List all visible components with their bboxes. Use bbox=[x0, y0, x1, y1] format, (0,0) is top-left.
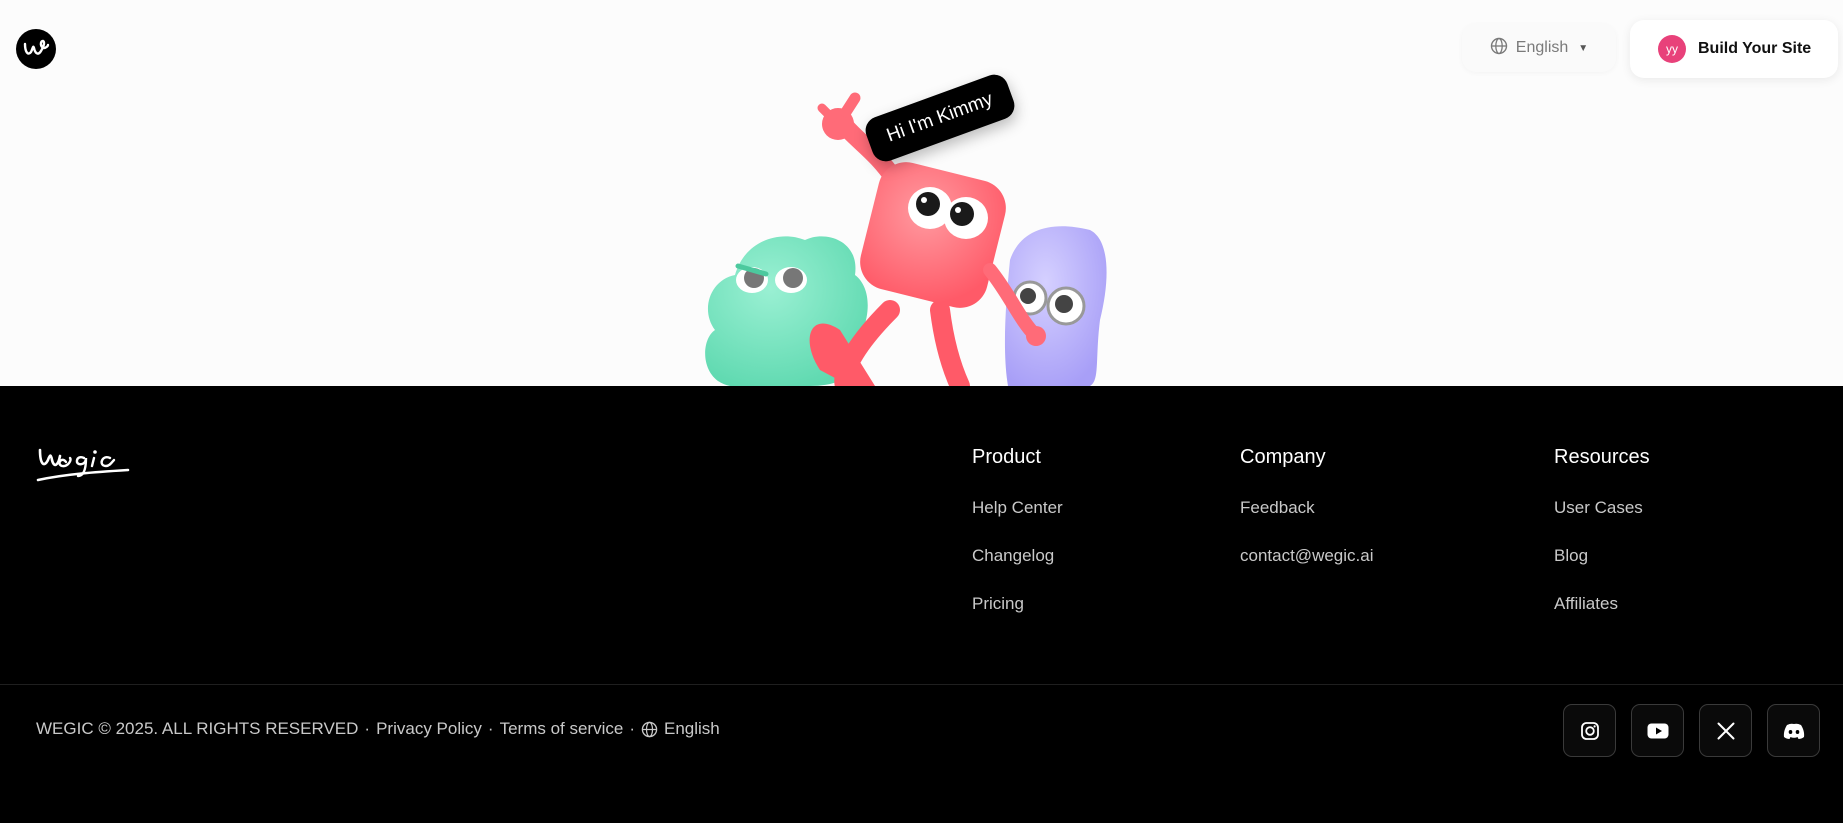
footer-link-pricing[interactable]: Pricing bbox=[972, 593, 1063, 615]
footer-link-feedback[interactable]: Feedback bbox=[1240, 497, 1374, 519]
footer-language-selector[interactable]: English bbox=[641, 719, 720, 739]
footer-link-affiliates[interactable]: Affiliates bbox=[1554, 593, 1650, 615]
footer: Product Help Center Changelog Pricing Co… bbox=[0, 386, 1843, 823]
caret-down-icon: ▼ bbox=[1578, 42, 1589, 54]
hero-section: English ▼ yy Build Your Site Hi I'm Kimm… bbox=[0, 0, 1843, 386]
x-icon[interactable] bbox=[1699, 704, 1752, 757]
wegic-logo-icon[interactable] bbox=[16, 29, 56, 69]
separator: · bbox=[487, 719, 494, 738]
instagram-icon[interactable] bbox=[1563, 704, 1616, 757]
terms-of-service-link[interactable]: Terms of service bbox=[500, 719, 624, 739]
language-selector[interactable]: English ▼ bbox=[1462, 24, 1616, 72]
footer-link-help-center[interactable]: Help Center bbox=[972, 497, 1063, 519]
wegic-wordmark-logo[interactable] bbox=[36, 442, 130, 489]
footer-divider bbox=[0, 684, 1843, 685]
footer-column-title: Product bbox=[972, 446, 1041, 468]
footer-link-contact-email[interactable]: contact@wegic.ai bbox=[1240, 545, 1374, 567]
separator: · bbox=[629, 719, 635, 738]
copyright-text: WEGIC © 2025. ALL RIGHTS RESERVED bbox=[36, 719, 359, 738]
build-button-label: Build Your Site bbox=[1698, 40, 1812, 57]
footer-column-resources: Resources User Cases Blog Affiliates bbox=[1554, 446, 1650, 641]
globe-icon bbox=[641, 721, 658, 738]
footer-language-label: English bbox=[664, 719, 720, 738]
discord-icon[interactable] bbox=[1767, 704, 1820, 757]
social-links bbox=[1563, 704, 1820, 757]
footer-link-changelog[interactable]: Changelog bbox=[972, 545, 1063, 567]
footer-column-company: Company Feedback contact@wegic.ai bbox=[1240, 446, 1374, 593]
footer-column-product: Product Help Center Changelog Pricing bbox=[972, 446, 1063, 641]
footer-link-blog[interactable]: Blog bbox=[1554, 545, 1650, 567]
youtube-icon[interactable] bbox=[1631, 704, 1684, 757]
globe-icon bbox=[1490, 37, 1508, 60]
build-your-site-button[interactable]: yy Build Your Site bbox=[1630, 20, 1838, 78]
footer-legal-line: WEGIC © 2025. ALL RIGHTS RESERVED · Priv… bbox=[36, 719, 720, 739]
privacy-policy-link[interactable]: Privacy Policy bbox=[376, 719, 482, 739]
avatar: yy bbox=[1658, 35, 1686, 63]
footer-link-user-cases[interactable]: User Cases bbox=[1554, 497, 1650, 519]
footer-column-title: Resources bbox=[1554, 446, 1650, 468]
footer-column-title: Company bbox=[1240, 446, 1326, 468]
language-label: English bbox=[1515, 39, 1569, 56]
separator: · bbox=[364, 719, 371, 738]
